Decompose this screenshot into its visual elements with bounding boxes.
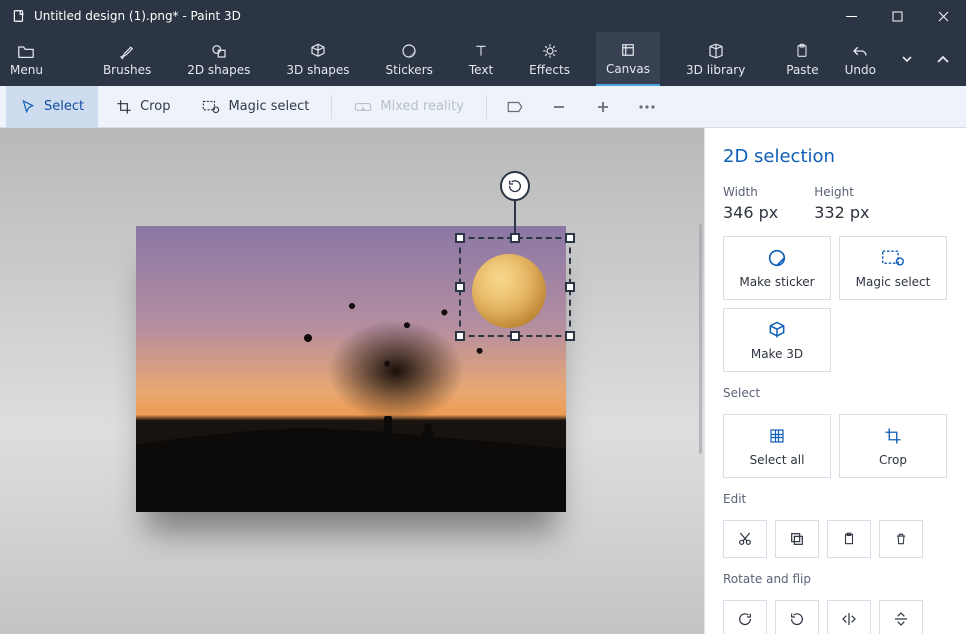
ribbon-canvas[interactable]: Canvas	[596, 32, 660, 86]
delete-button[interactable]	[879, 520, 923, 558]
handle-w[interactable]	[455, 282, 465, 292]
toolsbar: Select Crop Magic select Mixed reality	[0, 86, 966, 128]
ribbon-stickers[interactable]: Stickers	[376, 32, 443, 86]
properties-panel: 2D selection Width 346 px Height 332 px …	[704, 128, 966, 634]
rotate-right-button[interactable]	[775, 600, 819, 634]
window-title: Untitled design (1).png* - Paint 3D	[34, 9, 828, 23]
maximize-button[interactable]	[874, 0, 920, 32]
cut-button[interactable]	[723, 520, 767, 558]
tool-select[interactable]: Select	[6, 86, 98, 128]
more-button[interactable]	[627, 86, 667, 128]
handle-n[interactable]	[510, 233, 520, 243]
canvas-area[interactable]	[0, 128, 704, 634]
vertical-scrollbar[interactable]	[699, 224, 702, 454]
titlebar: Untitled design (1).png* - Paint 3D	[0, 0, 966, 32]
tool-3d-view[interactable]	[495, 86, 535, 128]
cube-icon	[767, 319, 787, 341]
app-doc-icon	[12, 9, 26, 23]
magic-select-icon	[202, 100, 220, 114]
canvas-icon	[619, 40, 637, 60]
crop-icon	[116, 99, 132, 115]
panel-heading: 2D selection	[723, 146, 948, 167]
ribbon-2d-shapes[interactable]: 2D shapes	[177, 32, 260, 86]
handle-s[interactable]	[510, 331, 520, 341]
ribbon-3d-library[interactable]: 3D library	[676, 32, 755, 86]
select-section-label: Select	[723, 386, 948, 400]
tool-crop[interactable]: Crop	[102, 86, 184, 128]
handle-nw[interactable]	[455, 233, 465, 243]
text-icon	[473, 41, 489, 61]
close-button[interactable]	[920, 0, 966, 32]
library3d-icon	[707, 41, 725, 61]
paste-panel-button[interactable]	[827, 520, 871, 558]
tool-mixed-reality: Mixed reality	[340, 86, 478, 128]
copy-button[interactable]	[775, 520, 819, 558]
rotate-handle[interactable]	[500, 171, 530, 201]
crop-button[interactable]: Crop	[839, 414, 947, 478]
sticker-icon	[766, 247, 788, 269]
shapes2d-icon	[210, 41, 228, 61]
ribbon-effects[interactable]: Effects	[519, 32, 580, 86]
edit-section-label: Edit	[723, 492, 948, 506]
menu-label: Menu	[10, 63, 43, 77]
ribbon: Menu Brushes 2D shapes 3D shapes Sticker…	[0, 32, 966, 86]
shapes3d-icon	[309, 41, 327, 61]
folder-icon	[16, 41, 36, 61]
handle-ne[interactable]	[565, 233, 575, 243]
history-dropdown[interactable]	[892, 39, 922, 79]
width-label: Width	[723, 185, 778, 199]
height-label: Height	[814, 185, 869, 199]
handle-sw[interactable]	[455, 331, 465, 341]
paste-button[interactable]: Paste	[776, 41, 828, 77]
select-all-icon	[768, 425, 786, 447]
separator	[331, 95, 332, 119]
paste-icon	[794, 41, 810, 61]
undo-button[interactable]: Undo	[835, 41, 886, 77]
vr-icon	[354, 100, 372, 114]
height-value: 332 px	[814, 203, 869, 222]
stickers-icon	[400, 41, 418, 61]
effects-icon	[541, 41, 559, 61]
workspace: 2D selection Width 346 px Height 332 px …	[0, 128, 966, 634]
ribbon-brushes[interactable]: Brushes	[93, 32, 161, 86]
tool-magic-select[interactable]: Magic select	[188, 86, 323, 128]
ribbon-3d-shapes[interactable]: 3D shapes	[276, 32, 359, 86]
zoom-in-button[interactable]	[583, 86, 623, 128]
make-3d-button[interactable]: Make 3D	[723, 308, 831, 372]
undo-icon	[851, 41, 869, 61]
make-sticker-button[interactable]: Make sticker	[723, 236, 831, 300]
select-all-button[interactable]: Select all	[723, 414, 831, 478]
handle-se[interactable]	[565, 331, 575, 341]
zoom-out-button[interactable]	[539, 86, 579, 128]
rotate-flip-section-label: Rotate and flip	[723, 572, 948, 586]
width-value: 346 px	[723, 203, 778, 222]
selection-marquee[interactable]	[459, 237, 571, 337]
flip-vertical-button[interactable]	[879, 600, 923, 634]
magic-select-panel-icon	[881, 247, 905, 269]
handle-e[interactable]	[565, 282, 575, 292]
menu-button[interactable]: Menu	[0, 32, 53, 86]
rotate-stem	[514, 199, 516, 235]
collapse-panel-button[interactable]	[928, 39, 958, 79]
ribbon-text[interactable]: Text	[459, 32, 503, 86]
magic-select-button[interactable]: Magic select	[839, 236, 947, 300]
separator	[486, 95, 487, 119]
cursor-icon	[20, 99, 36, 115]
flip-horizontal-button[interactable]	[827, 600, 871, 634]
rotate-left-button[interactable]	[723, 600, 767, 634]
minimize-button[interactable]	[828, 0, 874, 32]
brushes-icon	[118, 41, 136, 61]
crop-panel-icon	[884, 425, 902, 447]
